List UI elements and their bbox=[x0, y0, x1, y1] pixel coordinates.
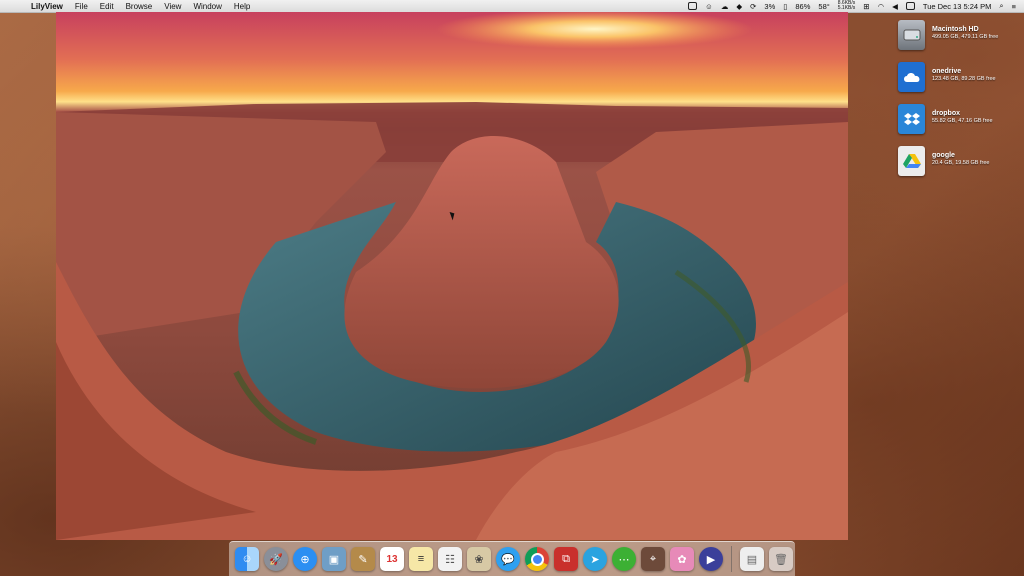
trash-icon[interactable]: 🗑 bbox=[769, 547, 793, 571]
hard-drive-icon bbox=[898, 20, 925, 50]
screen-icon[interactable] bbox=[688, 2, 698, 10]
trash-status-icon[interactable]: ▯ bbox=[783, 2, 787, 11]
dropbox-icon bbox=[898, 104, 925, 134]
drive-name: dropbox bbox=[932, 110, 960, 117]
petals-app-icon[interactable]: ✿ bbox=[670, 547, 694, 571]
drive-label: Macintosh HD 499.05 GB, 479.11 GB free bbox=[932, 26, 998, 40]
battery-percent: 3% bbox=[764, 1, 776, 11]
cpu-temperature: 58° bbox=[818, 1, 830, 11]
network-speed: 8.6KB/s 5.1KB/s bbox=[838, 1, 856, 11]
drive-label: google 20.4 GB, 19.58 GB free bbox=[932, 152, 989, 166]
calendar-icon[interactable]: 13 bbox=[380, 547, 404, 571]
drive-label: dropbox 55.82 GB, 47.16 GB free bbox=[932, 110, 993, 124]
search-icon[interactable]: ⌕ bbox=[999, 1, 1003, 11]
battery-icon[interactable] bbox=[905, 2, 915, 10]
temperature-percent: 86% bbox=[795, 1, 811, 11]
drive-macintosh-hd[interactable]: Macintosh HD 499.05 GB, 479.11 GB free bbox=[898, 20, 998, 50]
launchpad-icon[interactable]: 🚀 bbox=[264, 547, 288, 571]
textedit-icon[interactable]: ≡ bbox=[409, 547, 433, 571]
video-app-icon[interactable]: ▶ bbox=[699, 547, 723, 571]
status-area: ☺ ☁ ◆ ⟳ 3% ▯ 86% 58° 8.6KB/s 5.1KB/s ⊞ ◠… bbox=[688, 0, 1016, 12]
preview-icon[interactable]: ▣ bbox=[322, 547, 346, 571]
drive-dropbox[interactable]: dropbox 55.82 GB, 47.16 GB free bbox=[898, 104, 993, 134]
reminders-icon[interactable]: ☷ bbox=[438, 547, 462, 571]
drive-size: 55.82 GB, 47.16 GB free bbox=[932, 118, 993, 124]
menu-edit[interactable]: Edit bbox=[100, 2, 114, 11]
chrome-icon[interactable] bbox=[525, 547, 549, 571]
drive-name: onedrive bbox=[932, 68, 962, 75]
wifi-icon[interactable]: ◠ bbox=[878, 2, 885, 11]
network-down: 5.1KB/s bbox=[837, 5, 856, 11]
drive-size: 499.05 GB, 479.11 GB free bbox=[932, 34, 999, 40]
messages-icon[interactable]: 💬 bbox=[496, 547, 520, 571]
drive-name: google bbox=[932, 152, 955, 159]
menu-list: File Edit Browse View Window Help bbox=[75, 2, 250, 11]
drive-onedrive[interactable]: onedrive 123.48 GB, 89.28 GB free bbox=[898, 62, 996, 92]
dropbox-status-icon[interactable]: ◆ bbox=[736, 2, 742, 11]
drive-size: 123.48 GB, 89.28 GB free bbox=[932, 76, 996, 82]
user-icon[interactable]: ☺ bbox=[705, 2, 713, 11]
sync-icon[interactable]: ⟳ bbox=[750, 2, 756, 11]
dock: ☺ 🚀 ⊕ ▣ ✎ 13 ≡ ☷ ❀ 💬 ⧉ ➤ ⋯ ⌖ ✿ ▶ ▤ 🗑 bbox=[229, 541, 795, 576]
notes-app-icon[interactable]: ✎ bbox=[351, 547, 375, 571]
photo-viewer-icon[interactable]: ❀ bbox=[467, 547, 491, 571]
menu-file[interactable]: File bbox=[75, 2, 88, 11]
drive-size: 20.4 GB, 19.58 GB free bbox=[932, 160, 990, 166]
parallels-icon[interactable]: ⧉ bbox=[554, 547, 578, 571]
safari-icon[interactable]: ⊕ bbox=[293, 547, 317, 571]
menu-browse[interactable]: Browse bbox=[126, 2, 153, 11]
cloud-icon[interactable]: ☁ bbox=[721, 2, 729, 11]
screenshot-icon[interactable]: ⌖ bbox=[641, 547, 665, 571]
wechat-icon[interactable]: ⋯ bbox=[612, 547, 636, 571]
menu-help[interactable]: Help bbox=[234, 2, 250, 11]
google-drive-icon bbox=[898, 146, 925, 176]
downloads-stack-icon[interactable]: ▤ bbox=[740, 547, 764, 571]
dock-separator bbox=[731, 546, 732, 572]
drive-google[interactable]: google 20.4 GB, 19.58 GB free bbox=[898, 146, 989, 176]
list-icon[interactable]: ≡ bbox=[1012, 2, 1016, 11]
telegram-icon[interactable]: ➤ bbox=[583, 547, 607, 571]
photo-viewer-image[interactable] bbox=[56, 12, 848, 540]
cloud-icon bbox=[898, 62, 925, 92]
app-name-menu[interactable]: LilyView bbox=[31, 2, 63, 11]
menu-view[interactable]: View bbox=[164, 2, 181, 11]
drive-label: onedrive 123.48 GB, 89.28 GB free bbox=[932, 68, 996, 82]
volume-icon[interactable]: ◀ bbox=[892, 2, 898, 11]
clock[interactable]: Tue Dec 13 5:24 PM bbox=[923, 2, 992, 11]
canyon-photo bbox=[56, 12, 848, 540]
drive-name: Macintosh HD bbox=[932, 26, 979, 33]
menu-window[interactable]: Window bbox=[193, 2, 221, 11]
finder-icon[interactable]: ☺ bbox=[235, 547, 259, 571]
grid-icon[interactable]: ⊞ bbox=[863, 2, 869, 11]
